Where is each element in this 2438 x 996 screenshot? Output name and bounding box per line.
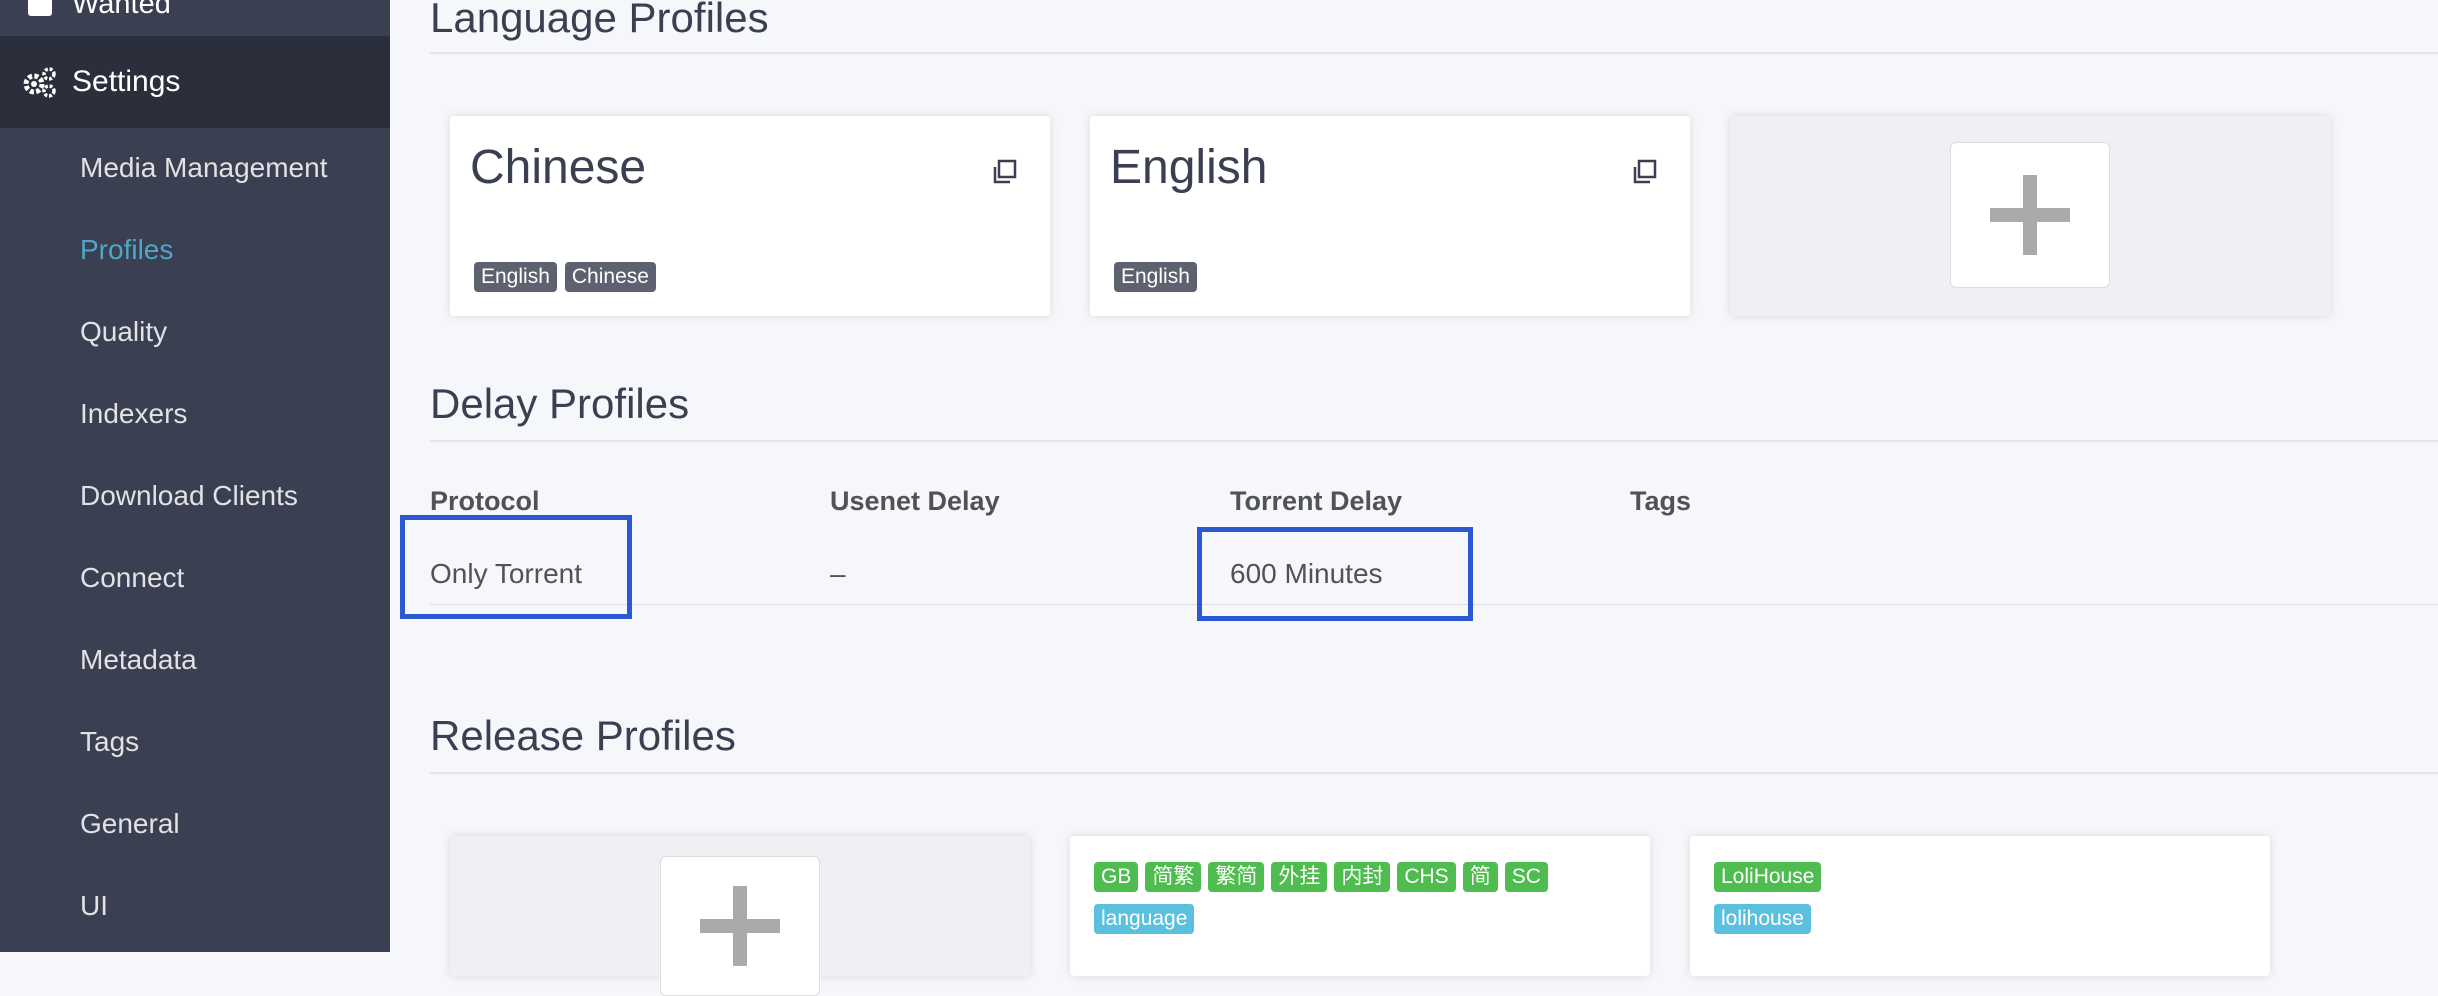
- column-header-torrent-delay: Torrent Delay: [1230, 486, 1403, 516]
- language-label: English: [1114, 262, 1197, 292]
- divider: [430, 772, 2438, 774]
- profile-name: English: [1110, 141, 1268, 194]
- sidebar-item-general[interactable]: General: [80, 804, 180, 844]
- required-term-label: CHS: [1397, 862, 1456, 892]
- release-profile-card[interactable]: GB 简繁 繁简 外挂 内封 CHS 简 SC language: [1070, 836, 1650, 976]
- required-term-label: 简繁: [1145, 862, 1202, 892]
- warning-icon: [22, 0, 58, 22]
- required-term-label: 简: [1462, 862, 1498, 892]
- add-button[interactable]: [660, 856, 820, 996]
- language-profiles-title: Language Profiles: [430, 0, 769, 41]
- language-label: English: [474, 262, 557, 292]
- required-term-label: 内封: [1334, 862, 1391, 892]
- sidebar-item-connect[interactable]: Connect: [80, 558, 184, 598]
- delay-profiles-title: Delay Profiles: [430, 380, 690, 427]
- release-required-tags: LoliHouse: [1714, 862, 1822, 892]
- clone-icon[interactable]: [990, 158, 1018, 186]
- release-tags: lolihouse: [1714, 904, 1811, 934]
- release-profile-card[interactable]: LoliHouse lolihouse: [1690, 836, 2270, 976]
- plus-icon: [1990, 175, 2070, 255]
- add-button[interactable]: [1950, 142, 2110, 288]
- plus-icon: [700, 886, 780, 966]
- sidebar-item-wanted[interactable]: Wanted: [0, 0, 390, 36]
- column-header-protocol: Protocol: [430, 486, 540, 516]
- sidebar-item-media-management[interactable]: Media Management: [80, 148, 327, 188]
- tag-label: lolihouse: [1714, 904, 1811, 934]
- language-profile-card-english[interactable]: English English: [1090, 116, 1690, 316]
- gears-icon: [22, 64, 58, 100]
- usenet-delay-cell[interactable]: –: [830, 558, 846, 590]
- divider: [430, 440, 2438, 442]
- profile-tags: English: [1114, 262, 1197, 292]
- highlight-box: [400, 515, 632, 619]
- release-tags: language: [1094, 904, 1195, 934]
- profile-tags: English Chinese: [474, 262, 656, 292]
- profile-name: Chinese: [470, 141, 647, 194]
- add-release-profile-card[interactable]: [450, 836, 1030, 996]
- column-header-tags: Tags: [1630, 486, 1692, 516]
- sidebar-item-label: Settings: [72, 65, 181, 98]
- divider: [430, 52, 2438, 54]
- sidebar-item-tags[interactable]: Tags: [80, 722, 139, 762]
- required-term-label: LoliHouse: [1714, 862, 1822, 892]
- sidebar-item-download-clients[interactable]: Download Clients: [80, 476, 298, 516]
- required-term-label: SC: [1504, 862, 1548, 892]
- main-content: Language Profiles Chinese English Chines…: [390, 0, 2438, 996]
- release-required-tags: GB 简繁 繁简 外挂 内封 CHS 简 SC: [1094, 862, 1548, 892]
- sidebar-item-metadata[interactable]: Metadata: [80, 640, 197, 680]
- required-term-label: 繁简: [1208, 862, 1265, 892]
- column-header-usenet-delay: Usenet Delay: [830, 486, 1000, 516]
- sidebar-item-settings[interactable]: Settings: [0, 36, 390, 128]
- sidebar-item-ui[interactable]: UI: [80, 886, 108, 926]
- required-term-label: GB: [1094, 862, 1139, 892]
- sidebar-item-indexers[interactable]: Indexers: [80, 394, 187, 434]
- sidebar-item-quality[interactable]: Quality: [80, 312, 167, 352]
- highlight-box: [1197, 527, 1473, 621]
- clone-icon[interactable]: [1630, 158, 1658, 186]
- tag-label: language: [1094, 904, 1195, 934]
- sidebar-item-profiles[interactable]: Profiles: [80, 230, 173, 270]
- add-language-profile-card[interactable]: [1730, 116, 2330, 316]
- sidebar-item-label: Wanted: [72, 0, 171, 20]
- required-term-label: 外挂: [1271, 862, 1328, 892]
- language-label: Chinese: [564, 262, 656, 292]
- release-profiles-title: Release Profiles: [430, 712, 736, 759]
- sidebar: Wanted Settings Media Management Profile…: [0, 0, 390, 952]
- language-profile-card-chinese[interactable]: Chinese English Chinese: [450, 116, 1050, 316]
